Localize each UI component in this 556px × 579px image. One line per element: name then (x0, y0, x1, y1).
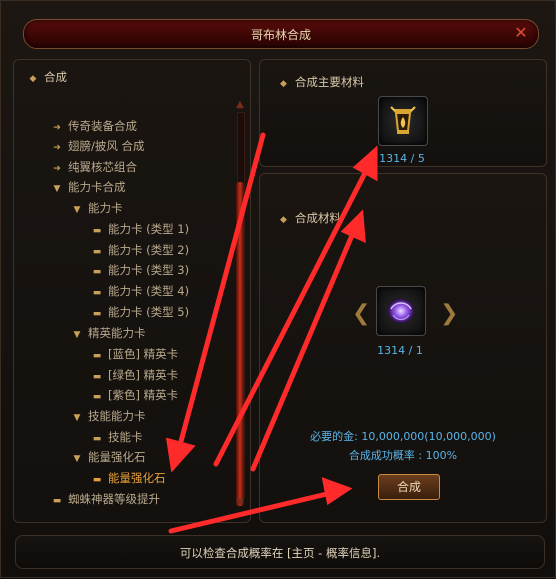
tree-item-energy-stone[interactable]: ▬ 能量强化石 (92, 469, 166, 487)
materials-label: ◆ 合成材料 (280, 211, 341, 225)
diamond-bullet-icon: ◆ (280, 215, 287, 225)
dash-icon: ▬ (52, 496, 62, 506)
tree-root-synthesis[interactable]: ◆ 合成 (28, 68, 67, 86)
tree-item-skill-card[interactable]: ▬ 技能卡 (92, 428, 143, 446)
scroll-down-icon[interactable]: ▼ (234, 498, 246, 508)
dash-icon: ▬ (92, 288, 102, 298)
dash-icon: ▬ (92, 351, 102, 361)
status-bar: 可以检查合成概率在 [主页 - 概率信息]. (15, 535, 545, 569)
main-material-label: ◆ 合成主要材料 (280, 75, 364, 89)
tree-item-ability-card[interactable]: ▼ 能力卡 (72, 199, 123, 217)
main-material-count: 1314 / 5 (379, 152, 425, 165)
prev-material-arrow-icon[interactable]: ❮ (352, 296, 370, 332)
tree-item-wings-cape[interactable]: ➔ 翅膀/披风 合成 (52, 137, 144, 155)
next-material-arrow-icon[interactable]: ❯ (440, 296, 458, 332)
diamond-bullet-icon: ◆ (29, 74, 37, 84)
tree-root-label: 合成 (44, 70, 67, 84)
main-material-slot[interactable] (378, 96, 428, 146)
materials-panel: ◆ 合成材料 ❮ ❯ 1314 / 1 必要的金: 10,000,000(10,0… (259, 173, 547, 523)
tree-item-elite-card[interactable]: ▼ 精英能力卡 (72, 324, 146, 342)
tree-scrollbar[interactable]: ▲ ▼ (234, 100, 246, 508)
tree-item-skill-ability-card[interactable]: ▼ 技能能力卡 (72, 407, 146, 425)
window-title: 哥布林合成 (250, 28, 311, 42)
dash-icon: ▬ (92, 434, 102, 444)
dash-icon: ▬ (92, 309, 102, 319)
dash-icon: ▬ (92, 475, 102, 485)
synthesis-window: 哥布林合成 ✕ ◆ 合成 ➔ 传奇装备合成 ➔ 翅膀/披风 合成 ➔ 纯翼核芯组合 ▼ 能… (0, 0, 556, 578)
scroll-up-icon[interactable]: ▲ (234, 100, 246, 110)
success-rate-text: 合成成功概率 : 100% (348, 449, 458, 462)
tree-item-elite-green[interactable]: ▬ [绿色] 精英卡 (92, 366, 178, 384)
arrow-down-icon: ▼ (73, 330, 81, 340)
tree-item-card-type-3[interactable]: ▬ 能力卡 (类型 3) (92, 261, 189, 279)
dash-icon: ▬ (92, 392, 102, 402)
tree-item-card-type-2[interactable]: ▬ 能力卡 (类型 2) (92, 241, 189, 259)
arrow-down-icon: ▼ (73, 413, 81, 423)
material-count: 1314 / 1 (377, 344, 423, 357)
arrow-down-icon: ▼ (73, 205, 81, 215)
tree-item-wing-core[interactable]: ➔ 纯翼核芯组合 (52, 158, 137, 176)
dash-icon: ▬ (92, 267, 102, 277)
gold-required-text: 必要的金: 10,000,000(10,000,000) (310, 430, 496, 443)
arrow-right-icon: ➔ (53, 123, 61, 133)
combine-button[interactable]: 合成 (378, 474, 440, 500)
tree-item-spider-artifact-upgrade[interactable]: ▬ 蜘蛛神器等级提升 (52, 490, 160, 508)
recipe-tree-panel: ◆ 合成 ➔ 传奇装备合成 ➔ 翅膀/披风 合成 ➔ 纯翼核芯组合 ▼ 能力卡合成 ▼ 能力… (13, 59, 251, 523)
tree-item-elite-blue[interactable]: ▬ [蓝色] 精英卡 (92, 345, 178, 363)
title-bar: 哥布林合成 ✕ (23, 19, 539, 49)
recipe-tree: ◆ 合成 ➔ 传奇装备合成 ➔ 翅膀/披风 合成 ➔ 纯翼核芯组合 ▼ 能力卡合成 ▼ 能力… (14, 60, 232, 522)
material-slot[interactable] (376, 286, 426, 336)
tree-item-card-type-4[interactable]: ▬ 能力卡 (类型 4) (92, 282, 189, 300)
arrow-right-icon: ➔ (53, 143, 61, 153)
arrow-down-icon: ▼ (73, 454, 81, 464)
close-button[interactable]: ✕ (512, 24, 530, 42)
dash-icon: ▬ (92, 226, 102, 236)
arrow-down-icon: ▼ (53, 184, 61, 194)
diamond-bullet-icon: ◆ (280, 79, 287, 89)
tree-item-elite-purple[interactable]: ▬ [紫色] 精英卡 (92, 386, 178, 404)
tree-item-ability-card-synthesis[interactable]: ▼ 能力卡合成 (52, 178, 126, 196)
dash-icon: ▬ (92, 247, 102, 257)
tree-item-card-type-5[interactable]: ▬ 能力卡 (类型 5) (92, 303, 189, 321)
tree-item-card-type-1[interactable]: ▬ 能力卡 (类型 1) (92, 220, 189, 238)
status-text: 可以检查合成概率在 [主页 - 概率信息]. (179, 546, 381, 560)
main-material-panel: ◆ 合成主要材料 1314 / 5 (259, 59, 547, 167)
tree-item-legendary-gear[interactable]: ➔ 传奇装备合成 (52, 117, 137, 135)
dash-icon: ▬ (92, 372, 102, 382)
purple-crystal-icon (388, 299, 414, 323)
scroll-thumb[interactable] (236, 182, 244, 506)
arrow-right-icon: ➔ (53, 164, 61, 174)
gold-trophy-icon (390, 106, 416, 134)
tree-item-energy-stone-group[interactable]: ▼ 能量强化石 (72, 448, 146, 466)
